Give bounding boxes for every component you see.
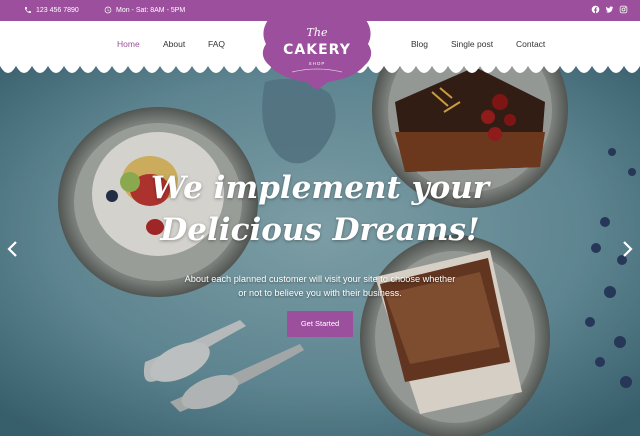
hero-title-line-1: We implement your [150,170,490,206]
hero-title-line-2: Delicious Dreams! [160,211,480,248]
nav-contact[interactable]: Contact [516,39,545,49]
nav-single-post[interactable]: Single post [451,39,493,49]
logo-the: The [306,26,328,39]
hero-title: We implement your Delicious Dreams! [0,168,640,252]
social-links [591,5,628,14]
phone-info[interactable]: 123 456 7890 [24,6,79,14]
nav-about[interactable]: About [163,39,185,49]
phone-icon [25,7,31,13]
opening-hours: Mon - Sat: 8AM - 5PM [116,6,186,14]
hours-info: Mon - Sat: 8AM - 5PM [104,6,185,14]
hero-subtitle-line-1: About each planned customer will visit y… [184,274,456,284]
instagram-icon[interactable] [619,5,628,14]
clock-icon [104,6,112,14]
phone-number: 123 456 7890 [36,6,79,14]
hero-subtitle: About each planned customer will visit y… [160,272,480,301]
site-logo[interactable]: The CAKERY SHOP [258,18,376,92]
prev-slide-button[interactable] [6,240,20,258]
next-slide-button[interactable] [620,240,634,258]
hero-slider: We implement your Delicious Dreams! Abou… [0,62,640,436]
page-bottom-strip [0,436,640,448]
logo-name: CAKERY [283,42,351,58]
logo-shop: SHOP [308,61,326,66]
chevron-left-icon [7,241,17,257]
chevron-right-icon [623,241,633,257]
nav-home[interactable]: Home [117,39,140,49]
twitter-icon[interactable] [605,5,614,14]
nav-faq[interactable]: FAQ [208,39,225,49]
nav-blog[interactable]: Blog [411,39,428,49]
hero-subtitle-line-2: or not to believe you with their busines… [238,288,402,299]
facebook-icon[interactable] [591,5,600,14]
get-started-button[interactable]: Get Started [287,311,353,337]
